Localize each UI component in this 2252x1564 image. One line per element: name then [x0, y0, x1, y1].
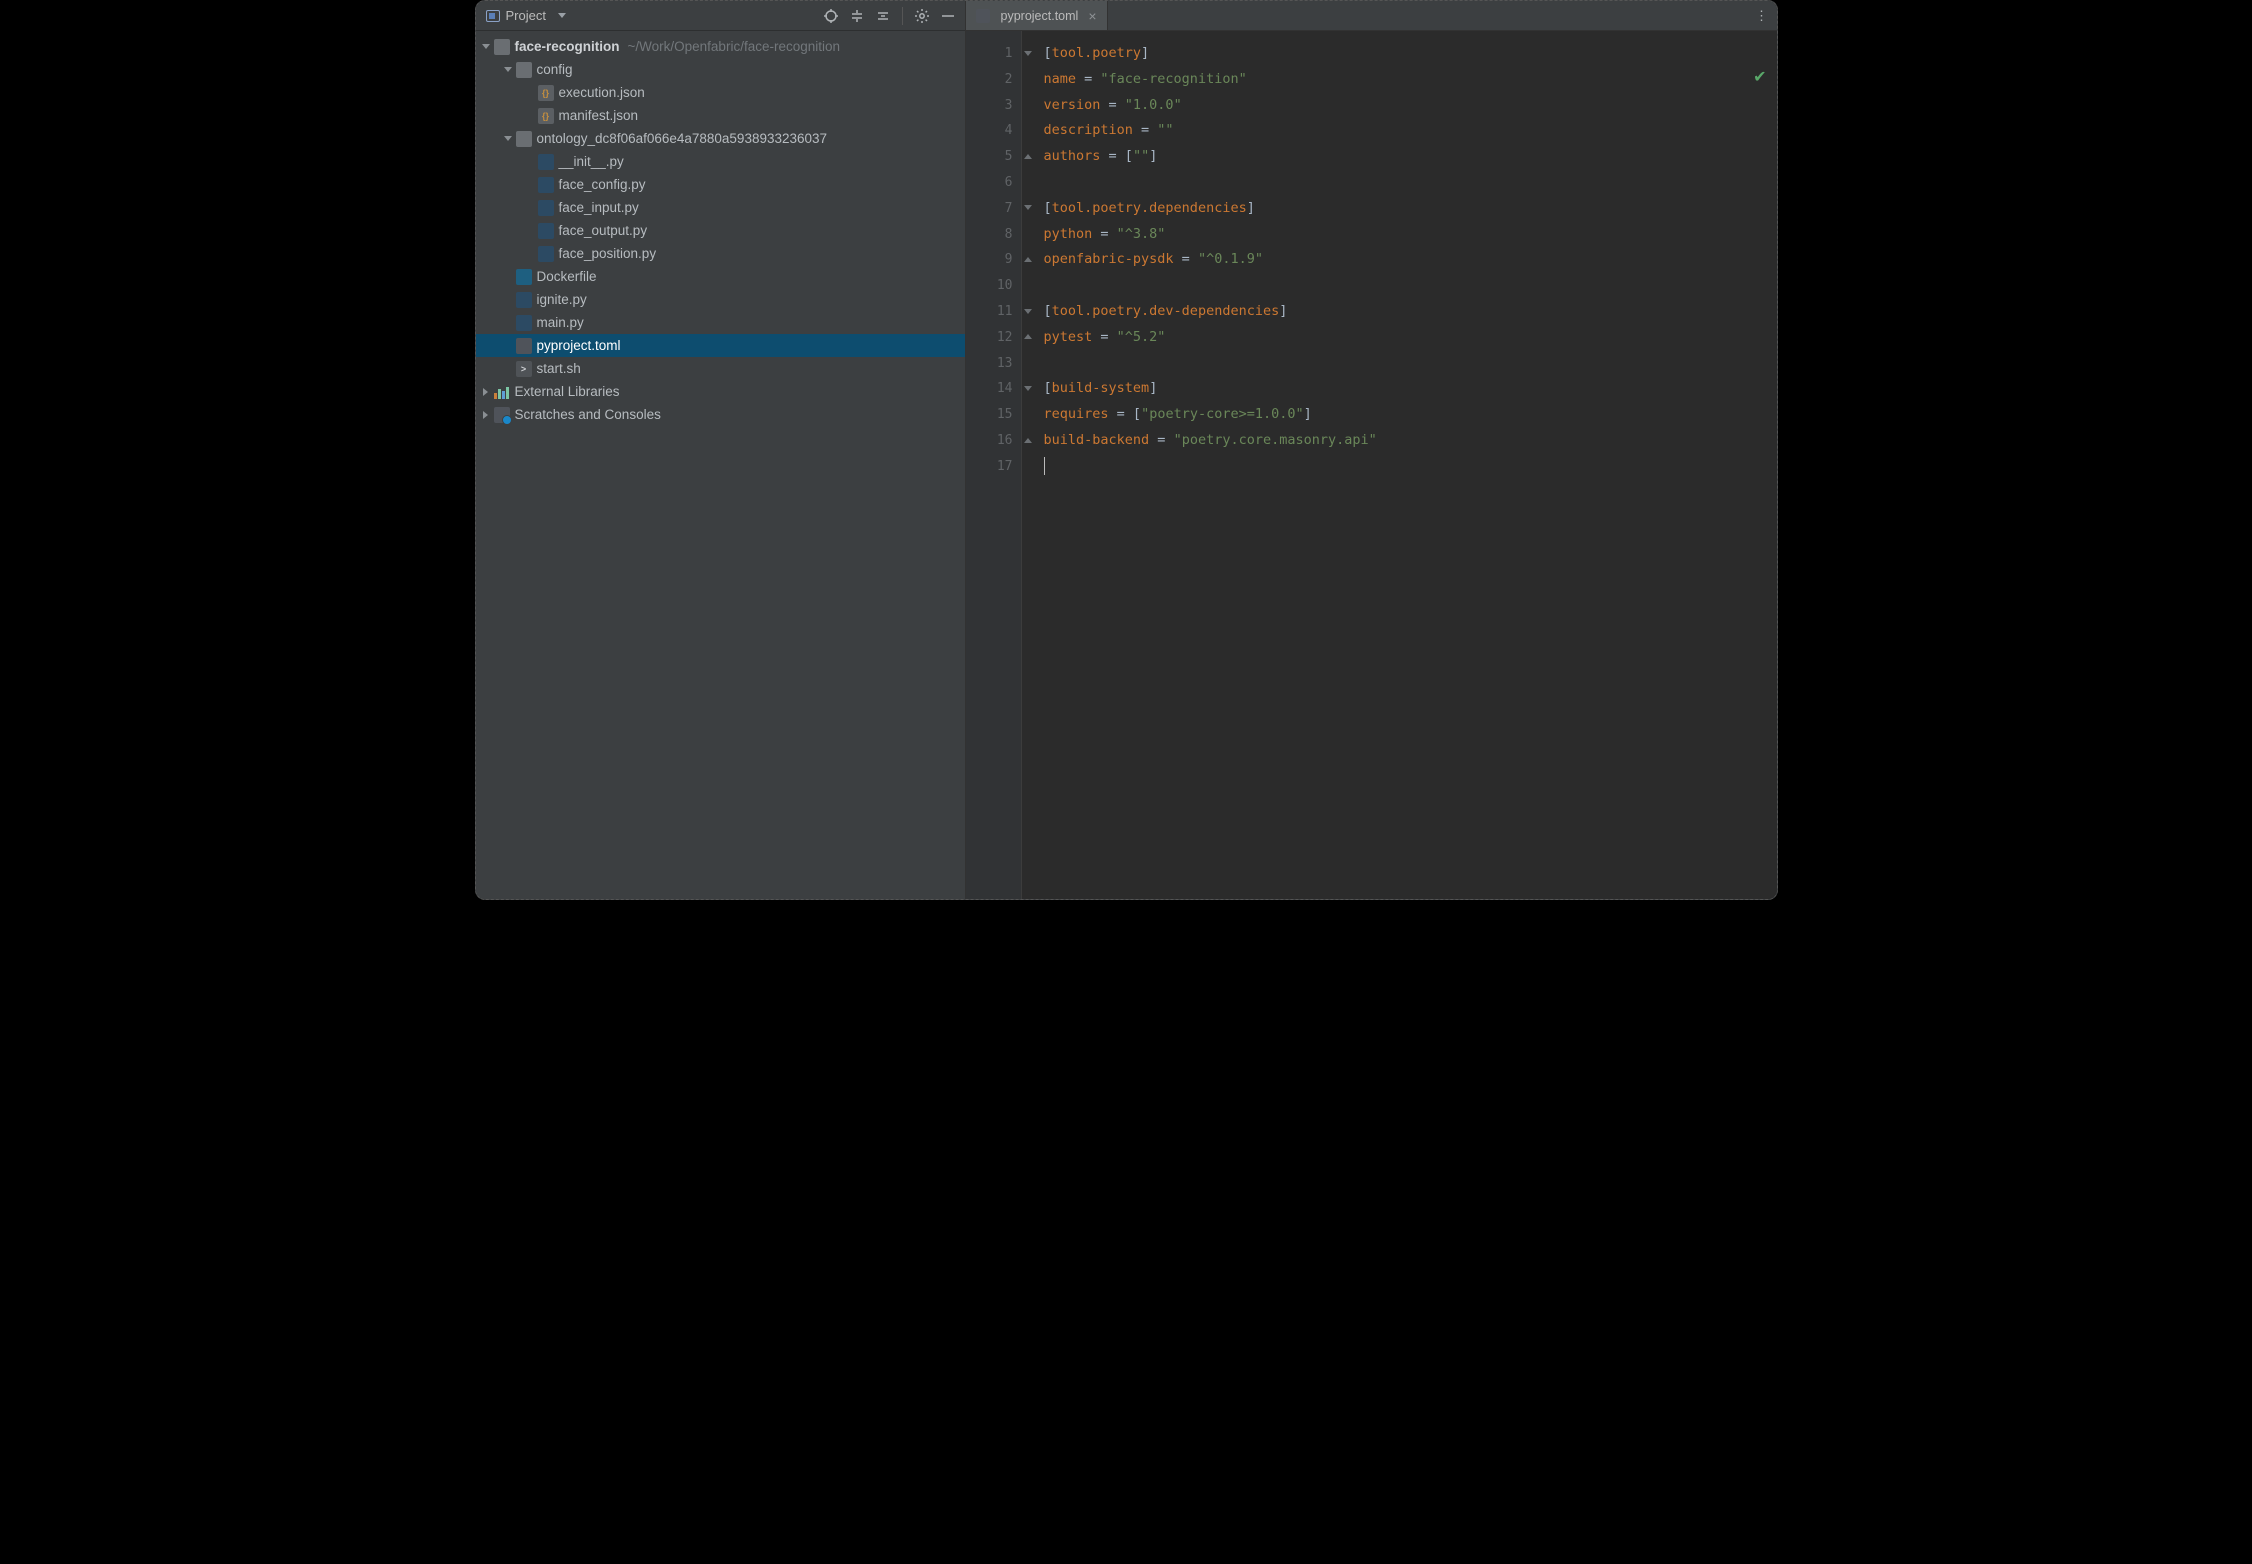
library-icon — [494, 385, 510, 399]
inspection-ok-icon[interactable]: ✔ — [1753, 67, 1766, 87]
tree-item[interactable]: Dockerfile — [476, 265, 965, 288]
fold-end-icon[interactable] — [1022, 253, 1034, 265]
tree-label: face_position.py — [559, 246, 657, 261]
py-icon — [538, 246, 554, 262]
py-icon — [538, 154, 554, 170]
chevron-right-icon[interactable] — [478, 388, 494, 396]
json-icon: {} — [538, 108, 554, 124]
tree-label: Scratches and Consoles — [515, 407, 661, 422]
toml-icon — [976, 9, 990, 23]
py-icon — [516, 292, 532, 308]
tree-label: start.sh — [537, 361, 581, 376]
tree-label: execution.json — [559, 85, 645, 100]
tree-label: face_input.py — [559, 200, 639, 215]
line-number-gutter[interactable]: 1234567891011121314151617 — [966, 31, 1022, 899]
gear-icon[interactable] — [911, 5, 933, 27]
expand-all-icon[interactable] — [846, 5, 868, 27]
chevron-down-icon[interactable] — [500, 136, 516, 141]
tree-label: pyproject.toml — [537, 338, 621, 353]
tree-label: manifest.json — [559, 108, 639, 123]
tree-label: config — [537, 62, 573, 77]
tree-item[interactable]: > start.sh — [476, 357, 965, 380]
ide-window: Project — [475, 0, 1778, 900]
tree-item[interactable]: pyproject.toml — [476, 334, 965, 357]
tree-item[interactable]: config — [476, 58, 965, 81]
folder-icon — [516, 62, 532, 78]
close-icon[interactable]: × — [1088, 9, 1096, 23]
project-tree[interactable]: face-recognition ~/Work/Openfabric/face-… — [476, 31, 965, 899]
fold-gutter[interactable] — [1022, 31, 1040, 899]
tree-item[interactable]: face_input.py — [476, 196, 965, 219]
tree-label: External Libraries — [515, 384, 620, 399]
collapse-all-icon[interactable] — [872, 5, 894, 27]
tree-item[interactable]: __init__.py — [476, 150, 965, 173]
chevron-right-icon[interactable] — [478, 411, 494, 419]
locate-icon[interactable] — [820, 5, 842, 27]
scratch-icon — [494, 407, 510, 423]
tab-pyproject[interactable]: pyproject.toml × — [966, 1, 1108, 30]
tree-label: face_output.py — [559, 223, 648, 238]
scratches-and-consoles[interactable]: Scratches and Consoles — [476, 403, 965, 426]
fold-end-icon[interactable] — [1022, 434, 1034, 446]
folder-icon — [516, 131, 532, 147]
sh-icon: > — [516, 361, 532, 377]
tree-label: __init__.py — [559, 154, 624, 169]
editor-area: pyproject.toml × ⋮ 123456789101112131415… — [966, 1, 1777, 899]
tree-item[interactable]: face_output.py — [476, 219, 965, 242]
editor-tabs: pyproject.toml × ⋮ — [966, 1, 1777, 31]
json-icon: {} — [538, 85, 554, 101]
tree-item[interactable]: main.py — [476, 311, 965, 334]
fold-start-icon[interactable] — [1022, 47, 1034, 59]
tree-item[interactable]: face_position.py — [476, 242, 965, 265]
ide-body: Project — [476, 1, 1777, 899]
tree-label: ontology_dc8f06af066e4a7880a593893323603… — [537, 131, 828, 146]
hide-icon[interactable] — [937, 5, 959, 27]
tree-label: main.py — [537, 315, 584, 330]
chevron-down-icon[interactable] — [478, 44, 494, 49]
project-pane-title: Project — [506, 8, 546, 23]
chevron-down-icon[interactable] — [500, 67, 516, 72]
tab-label: pyproject.toml — [1001, 9, 1079, 23]
tab-overflow-icon[interactable]: ⋮ — [1747, 1, 1777, 30]
toml-icon — [516, 338, 532, 354]
fold-start-icon[interactable] — [1022, 202, 1034, 214]
tree-item[interactable]: face_config.py — [476, 173, 965, 196]
tree-item[interactable]: ontology_dc8f06af066e4a7880a593893323603… — [476, 127, 965, 150]
project-pane-header: Project — [476, 1, 965, 31]
py-icon — [538, 223, 554, 239]
project-pane: Project — [476, 1, 966, 899]
separator — [902, 7, 903, 25]
tree-label: ignite.py — [537, 292, 587, 307]
fold-start-icon[interactable] — [1022, 382, 1034, 394]
tree-item[interactable]: {} manifest.json — [476, 104, 965, 127]
fold-end-icon[interactable] — [1022, 150, 1034, 162]
project-icon — [486, 10, 500, 22]
chevron-down-icon — [558, 13, 566, 18]
external-libraries[interactable]: External Libraries — [476, 380, 965, 403]
project-selector[interactable]: Project — [486, 8, 566, 23]
root-path: ~/Work/Openfabric/face-recognition — [628, 39, 840, 54]
py-icon — [516, 315, 532, 331]
code-area[interactable]: [tool.poetry]name = "face-recognition"ve… — [1040, 31, 1777, 899]
py-icon — [538, 177, 554, 193]
fold-end-icon[interactable] — [1022, 331, 1034, 343]
fold-start-icon[interactable] — [1022, 305, 1034, 317]
py-icon — [538, 200, 554, 216]
tree-label: face_config.py — [559, 177, 646, 192]
tree-root[interactable]: face-recognition ~/Work/Openfabric/face-… — [476, 35, 965, 58]
tree-item[interactable]: ignite.py — [476, 288, 965, 311]
docker-icon — [516, 269, 532, 285]
tree-label: Dockerfile — [537, 269, 597, 284]
folder-icon — [494, 39, 510, 55]
editor-body: 1234567891011121314151617 [tool.poetry]n… — [966, 31, 1777, 899]
root-name: face-recognition — [515, 39, 620, 54]
tree-item[interactable]: {} execution.json — [476, 81, 965, 104]
